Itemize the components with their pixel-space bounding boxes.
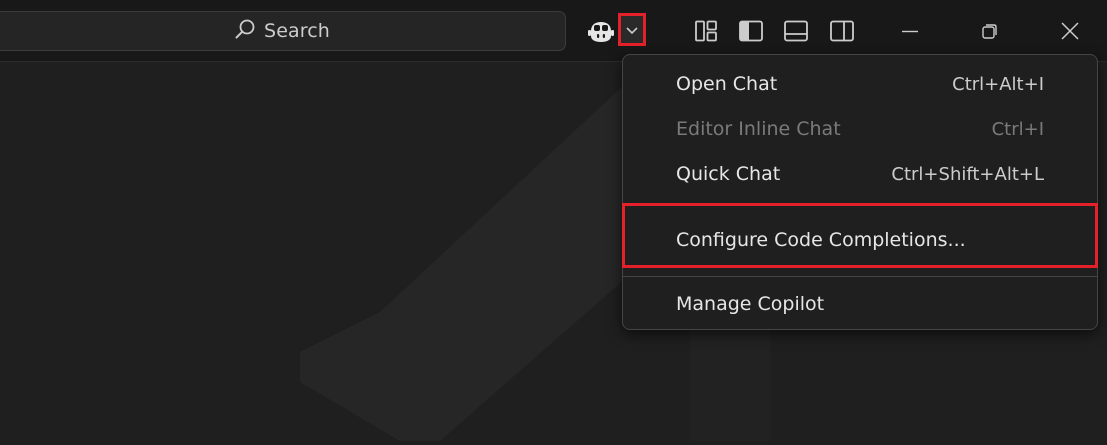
toggle-secondary-sidebar-button[interactable] <box>826 14 858 48</box>
menu-item-shortcut: Ctrl+Shift+Alt+L <box>891 163 1044 185</box>
minimize-button[interactable] <box>892 14 928 48</box>
copilot-icon <box>587 18 615 44</box>
menu-item-label: Quick Chat <box>676 163 781 185</box>
copilot-dropdown-menu: Open Chat Ctrl+Alt+I Editor Inline Chat … <box>622 54 1098 330</box>
toggle-secondary-sidebar-icon <box>829 19 855 43</box>
restore-icon <box>980 21 1000 41</box>
menu-item-label: Manage Copilot <box>676 293 825 315</box>
search-label: Search <box>264 20 330 42</box>
command-center-search[interactable]: Search <box>0 11 566 51</box>
menu-item-label: Open Chat <box>676 73 778 95</box>
menu-item-manage-copilot[interactable]: Manage Copilot <box>623 284 1097 324</box>
restore-button[interactable] <box>972 14 1008 48</box>
menu-separator <box>623 203 1097 204</box>
title-bar: Search <box>0 0 1107 62</box>
menu-item-open-chat[interactable]: Open Chat Ctrl+Alt+I <box>623 64 1097 104</box>
menu-separator <box>623 276 1097 277</box>
search-content: Search <box>234 18 330 44</box>
minimize-icon <box>900 21 920 41</box>
toggle-primary-sidebar-icon <box>738 19 764 43</box>
menu-item-shortcut: Ctrl+Alt+I <box>952 73 1044 95</box>
close-window-button[interactable] <box>1052 14 1088 48</box>
menu-item-quick-chat[interactable]: Quick Chat Ctrl+Shift+Alt+L <box>623 154 1097 194</box>
toggle-panel-button[interactable] <box>780 14 812 48</box>
menu-item-configure-code-completions[interactable]: Configure Code Completions... <box>623 220 1097 260</box>
toggle-primary-sidebar-button[interactable] <box>735 14 767 48</box>
menu-item-shortcut: Ctrl+I <box>991 118 1044 140</box>
menu-item-label: Editor Inline Chat <box>676 118 841 140</box>
customize-layout-button[interactable] <box>690 14 722 48</box>
close-icon <box>1059 20 1081 42</box>
search-icon <box>234 18 256 44</box>
menu-item-editor-inline-chat: Editor Inline Chat Ctrl+I <box>623 109 1097 149</box>
customize-layout-icon <box>694 19 718 43</box>
copilot-button[interactable] <box>584 14 618 48</box>
copilot-menu-dropdown-button[interactable] <box>618 13 646 46</box>
toggle-panel-icon <box>783 19 809 43</box>
menu-item-label: Configure Code Completions... <box>676 229 966 251</box>
chevron-down-icon <box>625 25 639 35</box>
